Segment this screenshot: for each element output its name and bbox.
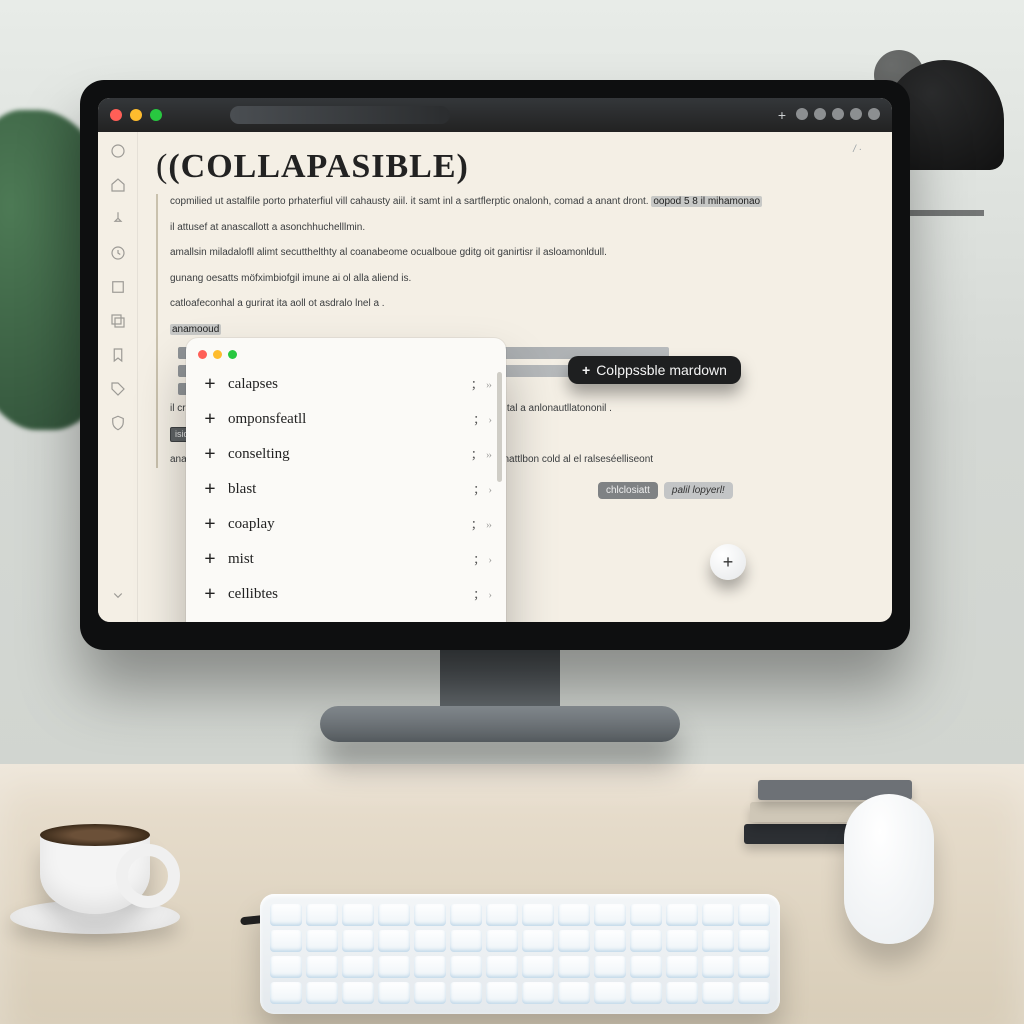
- list-item-label: cellibtes: [228, 586, 464, 603]
- page-title: ((COLLAPASIBLE): [156, 148, 860, 186]
- para: gunang oesatts möfximbiofgil imune ai ol…: [170, 271, 860, 287]
- chip-secondary[interactable]: chlclosiatt: [598, 482, 658, 499]
- new-tab-button[interactable]: +: [778, 108, 786, 122]
- plus-icon: +: [202, 478, 218, 501]
- tabbar-dot: [814, 108, 826, 120]
- para: il attusef at anascallott a asonchhuchel…: [170, 220, 860, 236]
- list-item-label: blast: [228, 481, 464, 498]
- plus-icon: +: [202, 373, 218, 396]
- plus-icon: +: [723, 552, 734, 573]
- list-item[interactable]: +omponsfeatll;›: [190, 402, 502, 437]
- highlight: anamooud: [170, 324, 221, 335]
- pin-icon[interactable]: [109, 210, 127, 228]
- scrollbar[interactable]: [497, 372, 502, 482]
- list-item[interactable]: +conselting;› ›: [190, 437, 502, 472]
- close-icon[interactable]: [198, 350, 207, 359]
- list-item[interactable]: +blast;›: [190, 472, 502, 507]
- chevron-down-icon[interactable]: [109, 586, 127, 604]
- close-icon[interactable]: [110, 109, 122, 121]
- plus-icon: +: [202, 443, 218, 466]
- para: copmilied ut astalfile porto prhaterfiul…: [170, 194, 860, 210]
- list-item-label: coaplay: [228, 516, 462, 533]
- list-item[interactable]: +calapses;› ›: [190, 367, 502, 402]
- plus-icon: +: [582, 362, 590, 378]
- para: catloafeconhal a gurirat ita aoll ot asd…: [170, 296, 860, 312]
- list-item-label: cafinlta: [228, 621, 464, 622]
- shield-icon[interactable]: [109, 414, 127, 432]
- maximize-icon[interactable]: [150, 109, 162, 121]
- tabbar-dot: [850, 108, 862, 120]
- keyboard: [260, 894, 780, 1014]
- breadcrumb: / ·: [853, 144, 862, 155]
- list-item-label: omponsfeatll: [228, 411, 464, 428]
- plus-icon: +: [202, 513, 218, 536]
- circle-icon[interactable]: [109, 142, 127, 160]
- block-picker-list: +calapses;› › +omponsfeatll;› +conseltin…: [190, 367, 502, 622]
- mouse: [844, 794, 934, 944]
- page-title-text: (COLLAPASIBLE): [168, 148, 469, 185]
- chip-label: Colppssble mardown: [596, 362, 727, 378]
- titlebar: +: [98, 98, 892, 132]
- list-item-label: calapses: [228, 376, 462, 393]
- list-item[interactable]: +coaplay;› ›: [190, 507, 502, 542]
- bookmark-icon[interactable]: [109, 346, 127, 364]
- maximize-icon[interactable]: [228, 350, 237, 359]
- plus-icon: +: [202, 548, 218, 571]
- plus-icon: +: [202, 618, 218, 622]
- para: anamooud: [170, 322, 860, 338]
- app-window: + / ·: [98, 98, 892, 622]
- clock-icon[interactable]: [109, 244, 127, 262]
- list-item-label: conselting: [228, 446, 462, 463]
- tabbar-dot: [796, 108, 808, 120]
- insert-block-chip[interactable]: + Colppssble mardown: [568, 356, 741, 384]
- left-rail: [98, 132, 138, 622]
- monitor-stand: [440, 640, 560, 720]
- minimize-icon[interactable]: [213, 350, 222, 359]
- plus-icon: +: [202, 583, 218, 606]
- copy-icon[interactable]: [109, 312, 127, 330]
- list-item[interactable]: +cafinlta;›: [190, 612, 502, 622]
- highlight: oopod 5 8 il mihamonao: [651, 196, 762, 207]
- box-icon[interactable]: [109, 278, 127, 296]
- tag-icon[interactable]: [109, 380, 127, 398]
- monitor: + / ·: [80, 80, 910, 650]
- minimize-icon[interactable]: [130, 109, 142, 121]
- list-item[interactable]: +mist;›: [190, 542, 502, 577]
- list-item[interactable]: +cellibtes;›: [190, 577, 502, 612]
- list-item-label: mist: [228, 551, 464, 568]
- tabbar-dot: [832, 108, 844, 120]
- tabbar-right: +: [778, 108, 880, 122]
- panel-traffic-lights: [190, 346, 502, 367]
- chip-secondary[interactable]: palil lopyerl!: [664, 482, 733, 499]
- plus-icon: +: [202, 408, 218, 431]
- secondary-chip-row: chlclosiatt palil lopyerl!: [598, 482, 733, 499]
- coffee-cup: [40, 834, 150, 914]
- tab-well[interactable]: [230, 106, 450, 124]
- block-picker-panel: +calapses;› › +omponsfeatll;› +conseltin…: [186, 338, 506, 622]
- tabbar-dot: [868, 108, 880, 120]
- home-icon[interactable]: [109, 176, 127, 194]
- para: amallsin miladalofll alimt secutthelthty…: [170, 245, 860, 261]
- add-fab[interactable]: +: [710, 544, 746, 580]
